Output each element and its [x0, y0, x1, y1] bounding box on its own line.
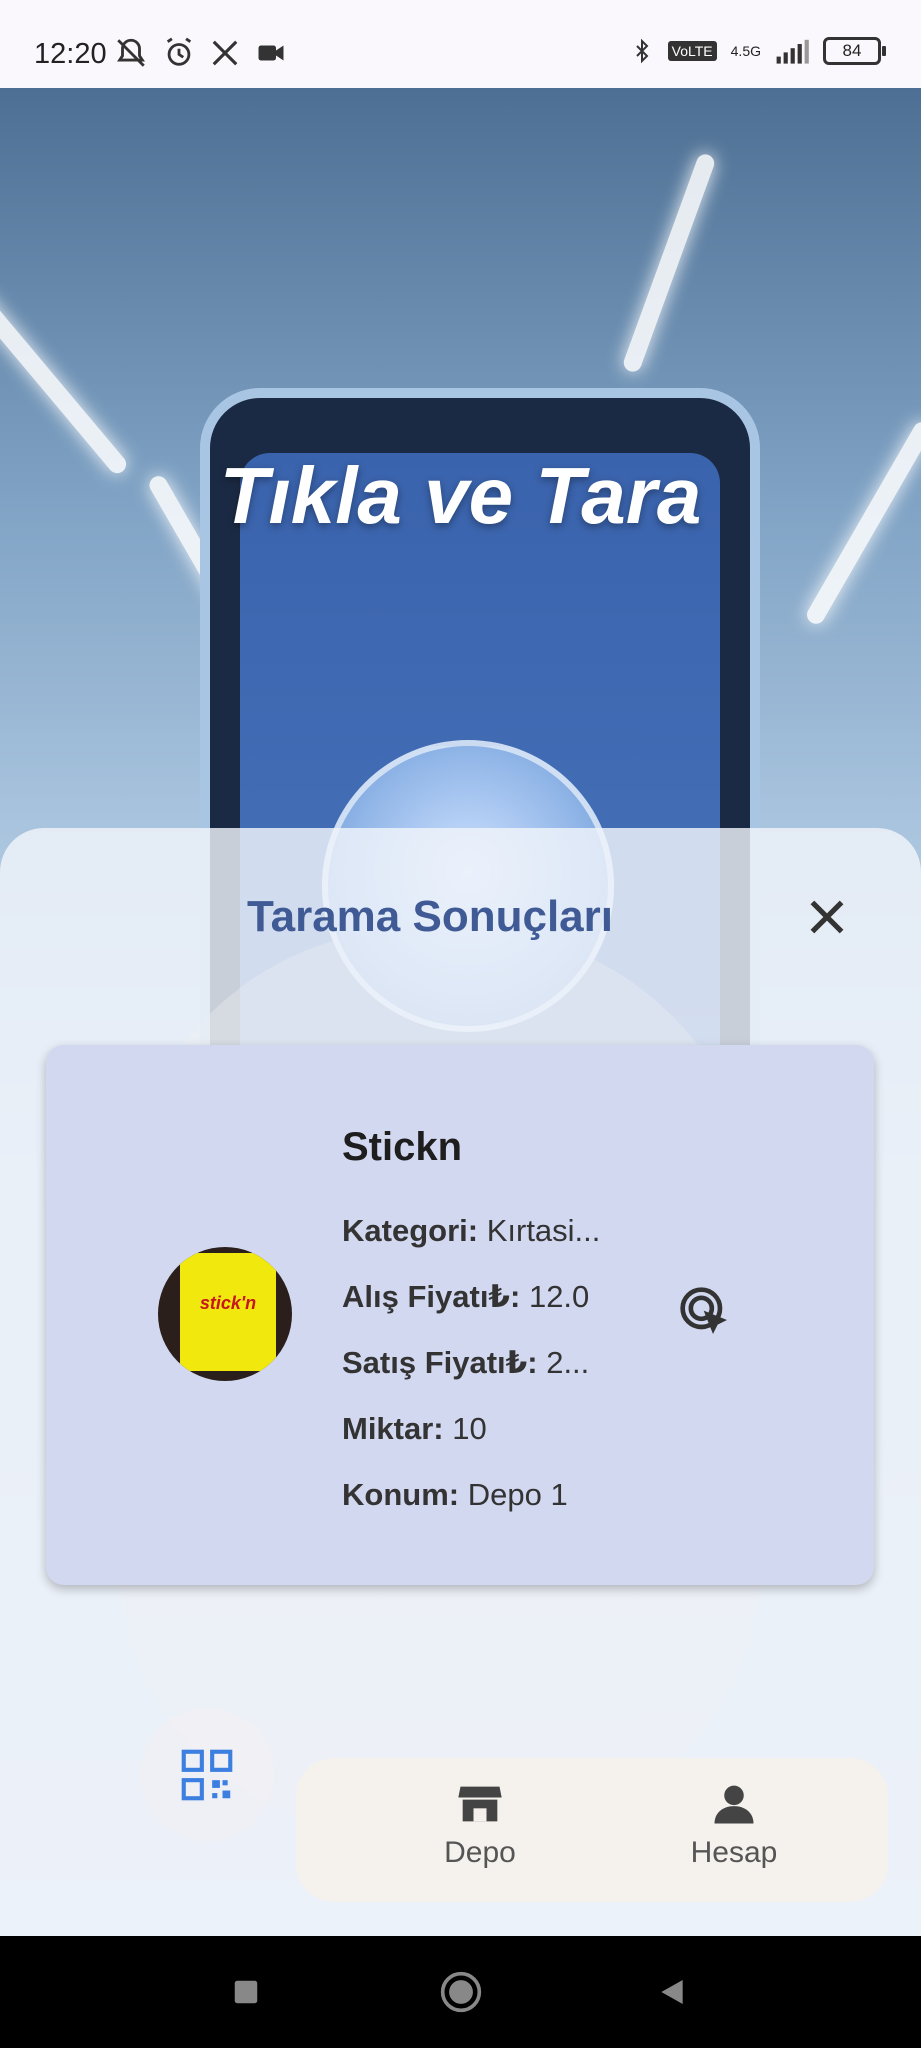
close-icon[interactable] [802, 892, 852, 942]
android-nav-bar [0, 1936, 921, 2048]
sheet-title: Tarama Sonuçları [247, 892, 613, 941]
field-label: Miktar: [342, 1411, 444, 1446]
light-beam [0, 289, 130, 477]
field-value: Depo 1 [467, 1477, 568, 1512]
light-beam [621, 151, 717, 375]
qr-code-icon [181, 1749, 233, 1801]
status-bar: 12:20 VoLTE 4.5G 84 [0, 0, 921, 88]
field-value: 10 [452, 1411, 487, 1446]
field-label: Satış Fiyatı₺: [342, 1345, 538, 1380]
field-purchase-price: Alış Fiyatı₺: 12.0 [342, 1279, 589, 1315]
home-icon[interactable] [439, 1970, 483, 2014]
nav-label: Hesap [690, 1836, 778, 1869]
qr-scan-button[interactable] [140, 1708, 274, 1842]
field-value: 12.0 [528, 1279, 590, 1314]
signal-icon [776, 39, 809, 64]
field-label: Konum: [342, 1477, 460, 1512]
field-value: 2... [546, 1345, 590, 1380]
status-time: 12:20 [34, 38, 107, 70]
field-value: Kırtasi... [486, 1213, 601, 1248]
status-right-icons: VoLTE 4.5G 84 [630, 34, 886, 68]
person-icon [714, 1785, 754, 1824]
field-label: Alış Fiyatı₺: [342, 1279, 521, 1314]
hero-title: Tıkla ve Tara [219, 451, 702, 540]
product-thumbnail: stick'n [158, 1247, 292, 1381]
video-icon [258, 45, 284, 61]
tap-cursor-icon[interactable] [678, 1285, 734, 1341]
field-label: Kategori: [342, 1213, 479, 1248]
bluetooth-icon [635, 38, 649, 64]
nav-item-depo[interactable]: Depo [390, 1778, 570, 1870]
field-location: Konum: Depo 1 [342, 1477, 568, 1513]
battery-level: 84 [842, 41, 862, 60]
field-category: Kategori: Kırtasi... [342, 1213, 600, 1249]
nav-item-hesap[interactable]: Hesap [644, 1778, 824, 1870]
x-logo-icon [212, 40, 238, 66]
field-sale-price: Satış Fiyatı₺: 2... [342, 1345, 589, 1381]
product-package: stick'n [180, 1253, 276, 1371]
result-card[interactable]: stick'n Stickn Kategori: Kırtasi... Alış… [46, 1045, 874, 1585]
status-left-icons [114, 36, 288, 70]
bottom-nav: Depo Hesap [296, 1758, 888, 1902]
product-name: Stickn [342, 1125, 463, 1169]
network-type: 4.5G [730, 43, 761, 59]
alarm-icon [166, 37, 192, 66]
volte-icon: VoLTE [667, 41, 717, 61]
nav-label: Depo [444, 1836, 516, 1869]
field-quantity: Miktar: 10 [342, 1411, 487, 1447]
battery-icon: 84 [823, 37, 886, 65]
product-brand-text: stick'n [199, 1293, 257, 1313]
mute-bell-icon [117, 38, 145, 67]
store-icon [458, 1786, 502, 1822]
recents-icon[interactable] [231, 1977, 261, 2007]
back-icon[interactable] [656, 1976, 688, 2008]
